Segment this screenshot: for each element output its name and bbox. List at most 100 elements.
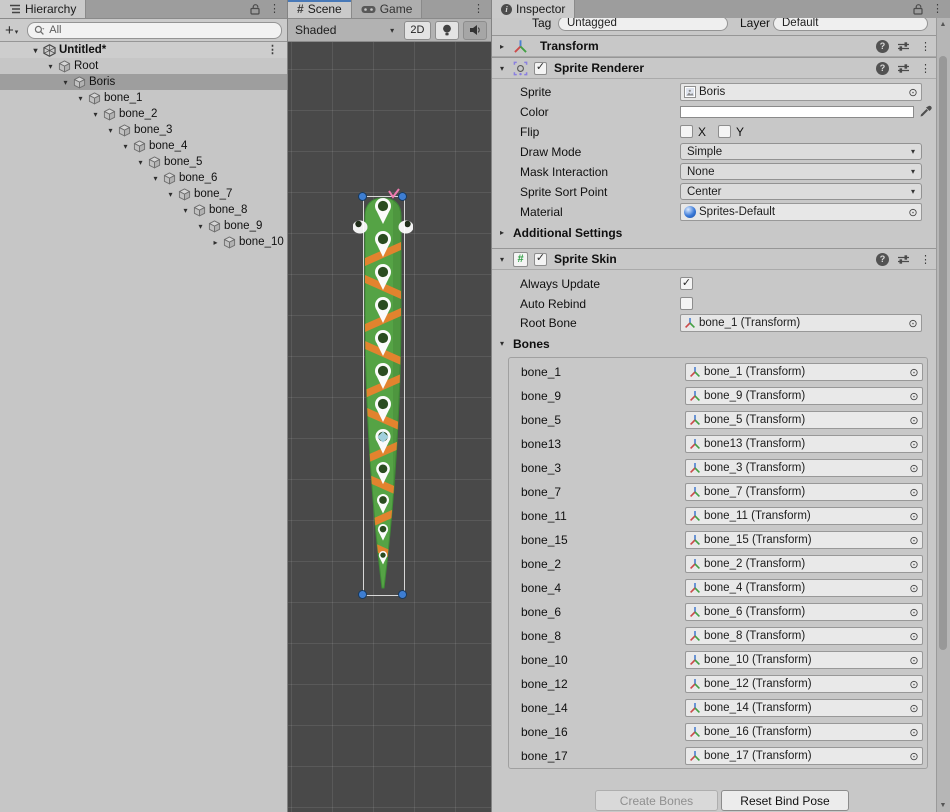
hierarchy-item-bone-7[interactable]: ▾bone_7 (0, 186, 287, 202)
selection-handle-bottom-right[interactable] (398, 590, 407, 599)
bone-object-field[interactable]: bone_15 (Transform)⊙ (685, 531, 923, 549)
foldout-expanded-icon[interactable]: ▾ (44, 62, 57, 71)
object-picker-icon[interactable]: ⊙ (906, 654, 922, 667)
sprite-renderer-enabled-checkbox[interactable]: ✓ (534, 62, 547, 75)
hierarchy-search-input[interactable]: All (27, 22, 282, 39)
help-icon[interactable]: ? (876, 253, 889, 266)
object-picker-icon[interactable]: ⊙ (906, 438, 922, 451)
foldout-expanded-icon[interactable]: ▾ (89, 110, 102, 119)
kebab-menu-icon[interactable]: ⋮ (920, 40, 931, 53)
draw-mode-dropdown[interactable]: Simple ▾ (680, 143, 922, 160)
bone-object-field[interactable]: bone_7 (Transform)⊙ (685, 483, 923, 501)
eyedropper-icon[interactable] (919, 105, 932, 118)
hierarchy-item-bone-1[interactable]: ▾bone_1 (0, 90, 287, 106)
auto-rebind-checkbox[interactable]: ✓ (680, 297, 693, 310)
tab-scene[interactable]: # Scene (288, 0, 352, 18)
object-picker-icon[interactable]: ⊙ (906, 414, 922, 427)
object-picker-icon[interactable]: ⊙ (906, 486, 922, 499)
kebab-menu-icon[interactable]: ⋮ (932, 4, 943, 15)
object-picker-icon[interactable]: ⊙ (905, 86, 921, 99)
object-picker-icon[interactable]: ⊙ (906, 510, 922, 523)
layer-dropdown[interactable]: Default (773, 18, 928, 31)
always-update-checkbox[interactable]: ✓ (680, 277, 693, 290)
hierarchy-item-bone-2[interactable]: ▾bone_2 (0, 106, 287, 122)
presets-icon[interactable] (897, 41, 910, 52)
sprite-object-field[interactable]: Boris ⊙ (680, 83, 922, 101)
tab-game[interactable]: Game (352, 0, 423, 18)
add-gameobject-button[interactable]: + ▾ (5, 22, 18, 39)
hierarchy-item-boris[interactable]: ▾Boris (0, 74, 287, 90)
hierarchy-item-bone-10[interactable]: ▸bone_10 (0, 234, 287, 250)
scroll-down-icon[interactable]: ▼ (937, 802, 949, 809)
object-picker-icon[interactable]: ⊙ (905, 317, 921, 330)
sprite-skin-enabled-checkbox[interactable]: ✓ (534, 253, 547, 266)
hierarchy-item-bone-5[interactable]: ▾bone_5 (0, 154, 287, 170)
lock-icon[interactable] (913, 3, 923, 15)
hierarchy-item-bone-3[interactable]: ▾bone_3 (0, 122, 287, 138)
additional-settings-foldout[interactable]: ▸ Additional Settings (492, 225, 937, 243)
foldout-expanded-icon[interactable]: ▾ (500, 255, 504, 264)
sprite-renderer-component-header[interactable]: ▾ ✓ Sprite Renderer ? ⋮ (492, 57, 937, 79)
flip-y-checkbox[interactable]: ✓ (718, 125, 731, 138)
foldout-expanded-icon[interactable]: ▾ (74, 94, 87, 103)
foldout-expanded-icon[interactable]: ▾ (194, 222, 207, 231)
object-picker-icon[interactable]: ⊙ (906, 366, 922, 379)
kebab-menu-icon[interactable]: ⋮ (269, 4, 280, 15)
root-bone-object-field[interactable]: bone_1 (Transform) ⊙ (680, 314, 922, 332)
help-icon[interactable]: ? (876, 40, 889, 53)
help-icon[interactable]: ? (876, 62, 889, 75)
foldout-collapsed-icon[interactable]: ▸ (209, 238, 222, 247)
scene-lighting-button[interactable] (435, 21, 460, 40)
kebab-menu-icon[interactable]: ⋮ (473, 4, 484, 15)
foldout-expanded-icon[interactable]: ▾ (149, 174, 162, 183)
tag-dropdown[interactable]: Untagged (558, 18, 728, 31)
object-picker-icon[interactable]: ⊙ (906, 534, 922, 547)
flip-x-checkbox[interactable]: ✓ (680, 125, 693, 138)
bones-foldout[interactable]: ▾ Bones (492, 336, 937, 354)
hierarchy-item-bone-6[interactable]: ▾bone_6 (0, 170, 287, 186)
mask-interaction-dropdown[interactable]: None ▾ (680, 163, 922, 180)
foldout-expanded-icon[interactable]: ▾ (134, 158, 147, 167)
bone-object-field[interactable]: bone_3 (Transform)⊙ (685, 459, 923, 477)
object-picker-icon[interactable]: ⊙ (906, 630, 922, 643)
bone-object-field[interactable]: bone_6 (Transform)⊙ (685, 603, 923, 621)
foldout-expanded-icon[interactable]: ▾ (59, 78, 72, 87)
bone-object-field[interactable]: bone_2 (Transform)⊙ (685, 555, 923, 573)
sprite-skin-component-header[interactable]: ▾ # ✓ Sprite Skin ? ⋮ (492, 248, 937, 270)
hierarchy-item-root[interactable]: ▾Root (0, 58, 287, 74)
bone-object-field[interactable]: bone_14 (Transform)⊙ (685, 699, 923, 717)
kebab-menu-icon[interactable]: ⋮ (920, 62, 931, 75)
bone-object-field[interactable]: bone_11 (Transform)⊙ (685, 507, 923, 525)
shading-mode-dropdown[interactable]: Shaded ▾ (292, 23, 400, 37)
presets-icon[interactable] (897, 254, 910, 265)
hierarchy-item-bone-4[interactable]: ▾bone_4 (0, 138, 287, 154)
reset-bind-pose-button[interactable]: Reset Bind Pose (721, 790, 849, 811)
transform-component-header[interactable]: ▸ Transform ? ⋮ (492, 35, 937, 57)
hierarchy-item-bone-9[interactable]: ▾bone_9 (0, 218, 287, 234)
foldout-collapsed-icon[interactable]: ▸ (500, 42, 504, 51)
presets-icon[interactable] (897, 63, 910, 74)
bone-object-field[interactable]: bone_16 (Transform)⊙ (685, 723, 923, 741)
object-picker-icon[interactable]: ⊙ (906, 750, 922, 763)
bone-object-field[interactable]: bone_8 (Transform)⊙ (685, 627, 923, 645)
bone-object-field[interactable]: bone13 (Transform)⊙ (685, 435, 923, 453)
selection-handle-bottom-left[interactable] (358, 590, 367, 599)
object-picker-icon[interactable]: ⊙ (906, 726, 922, 739)
bone-object-field[interactable]: bone_12 (Transform)⊙ (685, 675, 923, 693)
object-picker-icon[interactable]: ⊙ (906, 462, 922, 475)
object-picker-icon[interactable]: ⊙ (906, 390, 922, 403)
toggle-2d-button[interactable]: 2D (404, 21, 430, 40)
kebab-menu-icon[interactable]: ⋮ (267, 45, 287, 56)
foldout-expanded-icon[interactable]: ▾ (500, 64, 504, 73)
create-bones-button[interactable]: Create Bones (595, 790, 718, 811)
scene-audio-button[interactable] (463, 21, 487, 40)
scrollbar-thumb[interactable] (939, 56, 947, 650)
bone-object-field[interactable]: bone_10 (Transform)⊙ (685, 651, 923, 669)
scene-viewport[interactable] (288, 42, 491, 812)
tab-inspector[interactable]: i Inspector (492, 0, 575, 18)
inspector-scrollbar[interactable]: ▲ ▼ (936, 18, 950, 812)
hierarchy-item-untitled-[interactable]: ▾Untitled*⋮ (0, 42, 287, 58)
tab-hierarchy[interactable]: Hierarchy (0, 0, 86, 18)
selection-handle-top-left[interactable] (358, 192, 367, 201)
object-picker-icon[interactable]: ⊙ (906, 678, 922, 691)
